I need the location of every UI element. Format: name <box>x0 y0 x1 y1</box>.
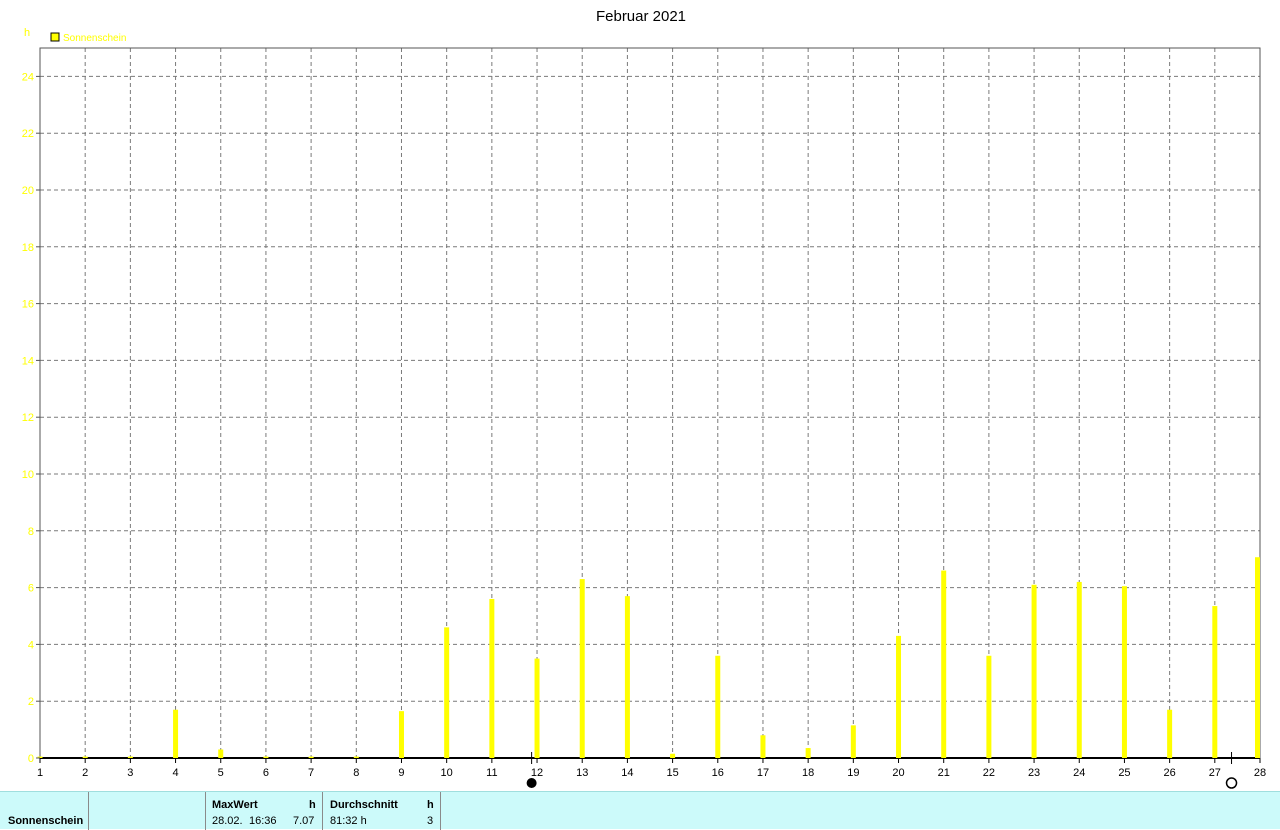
y-tick-labels: 024681012141618202224 <box>22 71 40 765</box>
x-tick-labels: 1 2 3 4 5 6 7 8 9 10 11 12 13 14 15 16 17 18 19 20 21 22 23 24 2… <box>37 758 1266 779</box>
y-tick-label: 8 <box>28 526 34 538</box>
x-tick-label: 17 <box>757 767 769 779</box>
x-tick-label: 6 <box>263 767 269 779</box>
footer-avg-cell: Durchschnitt h 81:32 h 3 <box>323 792 441 830</box>
x-tick-label: 24 <box>1073 767 1085 779</box>
bar-day-16 <box>715 655 721 758</box>
footer-empty-cell <box>89 792 206 830</box>
x-tick-label: 18 <box>802 767 814 779</box>
max-time: 16:36 <box>249 815 277 827</box>
x-tick-label: 21 <box>938 767 950 779</box>
y-tick-label: 18 <box>22 242 34 254</box>
y-tick-label: 12 <box>22 412 34 424</box>
x-tick-label: 2 <box>82 767 88 779</box>
bar-day-13 <box>579 579 585 758</box>
max-header: MaxWert <box>212 799 258 811</box>
bar-day-12 <box>534 658 540 758</box>
legend-swatch <box>50 32 60 42</box>
x-tick-label: 28 <box>1254 767 1266 779</box>
full-moon-icon <box>1225 777 1238 789</box>
x-tick-label: 22 <box>983 767 995 779</box>
bar-day-11 <box>489 598 495 758</box>
y-tick-label: 14 <box>22 355 34 367</box>
avg-value: 81:32 h <box>330 815 367 827</box>
x-tick-label: 11 <box>486 767 497 779</box>
y-tick-label: 6 <box>28 583 34 595</box>
bar-day-15 <box>670 753 676 758</box>
x-tick-label: 15 <box>666 767 678 779</box>
x-tick-label: 20 <box>892 767 904 779</box>
x-tick-label: 9 <box>398 767 404 779</box>
y-tick-label: 10 <box>22 469 34 481</box>
x-tick-label: 1 <box>37 767 43 779</box>
new-moon-icon <box>526 778 537 788</box>
y-axis-unit-label: h <box>24 27 30 39</box>
x-tick-label: 12 <box>531 767 543 779</box>
x-tick-label: 4 <box>172 767 178 779</box>
bar-day-24 <box>1076 581 1082 758</box>
x-tick-label: 19 <box>847 767 859 779</box>
avg-header: Durchschnitt <box>330 799 398 811</box>
max-unit: h <box>309 799 316 811</box>
footer-series-cell: Sonnenschein <box>0 792 89 830</box>
x-tick-label: 14 <box>621 767 633 779</box>
bar-day-6 <box>263 756 269 758</box>
x-tick-label: 23 <box>1028 767 1040 779</box>
bar-day-14 <box>624 596 630 758</box>
bar-day-23 <box>1031 584 1037 758</box>
x-tick-label: 25 <box>1118 767 1130 779</box>
y-tick-label: 22 <box>22 128 34 140</box>
chart-title: Februar 2021 <box>596 8 686 25</box>
sunshine-chart: Februar 2021 h Sonnenschein 024681012141… <box>22 8 1266 789</box>
bar-day-28 <box>1255 557 1260 758</box>
x-tick-label: 3 <box>127 767 133 779</box>
bar-day-27 <box>1212 606 1218 758</box>
x-tick-label: 8 <box>353 767 359 779</box>
bar-day-25 <box>1121 586 1127 758</box>
bar-day-21 <box>941 570 947 758</box>
bar-day-7 <box>308 756 314 758</box>
x-tick-label: 27 <box>1209 767 1221 779</box>
y-tick-label: 24 <box>22 71 34 83</box>
x-tick-label: 10 <box>441 767 453 779</box>
bar-day-10 <box>444 627 450 758</box>
x-tick-label: 16 <box>712 767 724 779</box>
bar-day-26 <box>1167 709 1173 758</box>
bar-day-3 <box>127 756 133 758</box>
bar-day-22 <box>986 655 992 758</box>
y-tick-label: 16 <box>22 299 34 311</box>
x-tick-label: 5 <box>218 767 224 779</box>
avg-unit: h <box>427 799 434 811</box>
avg-count: 3 <box>427 815 434 827</box>
y-tick-label: 0 <box>28 753 34 765</box>
footer-series-label: Sonnenschein <box>8 815 84 827</box>
x-tick-label: 7 <box>308 767 314 779</box>
stats-footer: Sonnenschein MaxWert h 28.02. 16:36 7.07… <box>0 791 1280 830</box>
x-tick-label: 26 <box>1164 767 1176 779</box>
y-tick-label: 2 <box>28 696 34 708</box>
bar-day-19 <box>850 725 856 758</box>
bar-day-8 <box>353 756 359 758</box>
max-date: 28.02. <box>212 815 243 827</box>
bar-day-18 <box>805 748 811 758</box>
bar-day-2 <box>82 756 88 758</box>
y-tick-label: 20 <box>22 185 34 197</box>
bar-day-4 <box>173 709 179 758</box>
bar-day-5 <box>218 749 224 758</box>
y-tick-label: 4 <box>28 639 34 651</box>
legend-label: Sonnenschein <box>63 33 126 44</box>
bar-day-20 <box>896 635 902 758</box>
footer-max-cell: MaxWert h 28.02. 16:36 7.07 <box>206 792 323 830</box>
x-tick-label: 13 <box>576 767 588 779</box>
bar-day-17 <box>760 735 766 758</box>
max-value: 7.07 <box>293 815 315 827</box>
legend: Sonnenschein <box>50 32 126 44</box>
bar-day-9 <box>398 711 404 758</box>
